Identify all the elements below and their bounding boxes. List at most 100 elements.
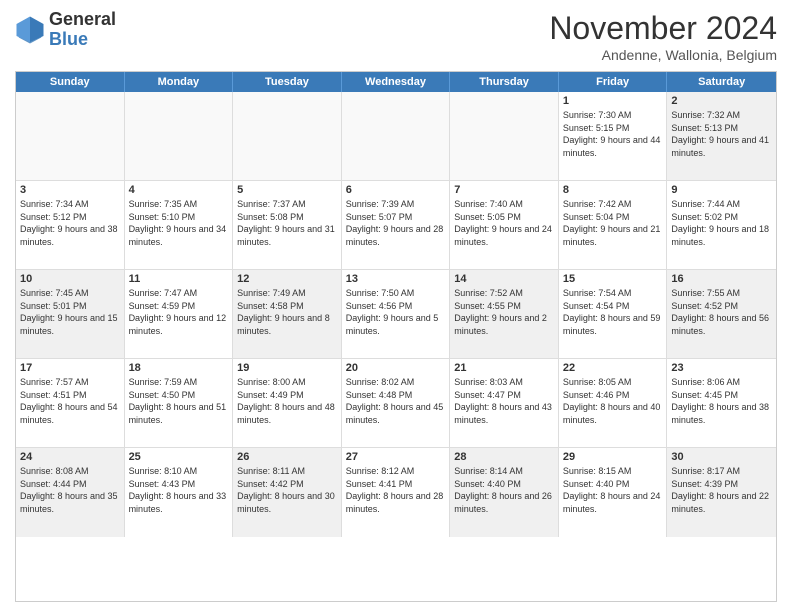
- daylight: Daylight: 8 hours and 24 minutes.: [563, 491, 661, 514]
- calendar-body: 1Sunrise: 7:30 AMSunset: 5:15 PMDaylight…: [16, 92, 776, 537]
- day-number: 19: [237, 362, 337, 374]
- cal-cell: 17 Sunrise: 7:57 AMSunset: 4:51 PMDayligh…: [16, 359, 125, 447]
- day-info: Sunrise: 7:32 AMSunset: 5:13 PMDaylight:…: [671, 109, 772, 159]
- cal-cell: 14Sunrise: 7:52 AMSunset: 4:55 PMDayligh…: [450, 270, 559, 358]
- sunrise: Sunrise: 8:02 AM: [346, 377, 415, 387]
- cal-cell: 29Sunrise: 8:15 AMSunset: 4:40 PMDayligh…: [559, 448, 668, 537]
- header-day-tuesday: Tuesday: [233, 72, 342, 92]
- day-info: Sunrise: 8:14 AMSunset: 4:40 PMDaylight:…: [454, 465, 554, 515]
- day-number: 8: [563, 184, 663, 196]
- daylight: Daylight: 9 hours and 8 minutes.: [237, 313, 330, 336]
- header-day-thursday: Thursday: [450, 72, 559, 92]
- sunset: Sunset: 4:41 PM: [346, 479, 413, 489]
- sunset: Sunset: 4:51 PM: [20, 390, 87, 400]
- page: General Blue November 2024 Andenne, Wall…: [0, 0, 792, 612]
- daylight: Daylight: 9 hours and 12 minutes.: [129, 313, 227, 336]
- daylight: Daylight: 9 hours and 18 minutes.: [671, 224, 769, 247]
- sunset: Sunset: 4:52 PM: [671, 301, 738, 311]
- sunrise: Sunrise: 8:06 AM: [671, 377, 740, 387]
- day-number: 23: [671, 362, 772, 374]
- day-number: 21: [454, 362, 554, 374]
- sunrise: Sunrise: 8:10 AM: [129, 466, 198, 476]
- day-number: 26: [237, 451, 337, 463]
- sunrise: Sunrise: 7:34 AM: [20, 199, 89, 209]
- cal-cell: 18Sunrise: 7:59 AMSunset: 4:50 PMDayligh…: [125, 359, 234, 447]
- daylight: Daylight: 8 hours and 45 minutes.: [346, 402, 444, 425]
- daylight: Daylight: 9 hours and 41 minutes.: [671, 135, 769, 158]
- cal-cell: 22Sunrise: 8:05 AMSunset: 4:46 PMDayligh…: [559, 359, 668, 447]
- cal-cell: 13Sunrise: 7:50 AMSunset: 4:56 PMDayligh…: [342, 270, 451, 358]
- daylight: Daylight: 8 hours and 33 minutes.: [129, 491, 227, 514]
- sunrise: Sunrise: 7:59 AM: [129, 377, 198, 387]
- cal-cell: 9 Sunrise: 7:44 AMSunset: 5:02 PMDaylight…: [667, 181, 776, 269]
- day-number: 17: [20, 362, 120, 374]
- logo-line1: General: [49, 10, 116, 30]
- day-info: Sunrise: 7:40 AMSunset: 5:05 PMDaylight:…: [454, 198, 554, 248]
- sunrise: Sunrise: 7:45 AM: [20, 288, 89, 298]
- day-number: 25: [129, 451, 229, 463]
- sunrise: Sunrise: 8:08 AM: [20, 466, 89, 476]
- day-number: 6: [346, 184, 446, 196]
- sunrise: Sunrise: 8:17 AM: [671, 466, 740, 476]
- day-info: Sunrise: 7:52 AMSunset: 4:55 PMDaylight:…: [454, 287, 554, 337]
- day-info: Sunrise: 7:30 AMSunset: 5:15 PMDaylight:…: [563, 109, 663, 159]
- sunrise: Sunrise: 8:05 AM: [563, 377, 632, 387]
- day-info: Sunrise: 7:57 AMSunset: 4:51 PMDaylight:…: [20, 376, 120, 426]
- sunrise: Sunrise: 7:35 AM: [129, 199, 198, 209]
- sunrise: Sunrise: 7:37 AM: [237, 199, 306, 209]
- sunrise: Sunrise: 7:49 AM: [237, 288, 306, 298]
- sunset: Sunset: 4:39 PM: [671, 479, 738, 489]
- cal-cell: 24Sunrise: 8:08 AMSunset: 4:44 PMDayligh…: [16, 448, 125, 537]
- sunrise: Sunrise: 7:42 AM: [563, 199, 632, 209]
- day-number: 22: [563, 362, 663, 374]
- week-row-4: 17 Sunrise: 7:57 AMSunset: 4:51 PMDayligh…: [16, 359, 776, 448]
- sunset: Sunset: 4:56 PM: [346, 301, 413, 311]
- sunset: Sunset: 4:54 PM: [563, 301, 630, 311]
- cal-cell: [125, 92, 234, 180]
- daylight: Daylight: 8 hours and 59 minutes.: [563, 313, 661, 336]
- cal-cell: 16Sunrise: 7:55 AMSunset: 4:52 PMDayligh…: [667, 270, 776, 358]
- top-section: General Blue November 2024 Andenne, Wall…: [15, 10, 777, 63]
- cal-cell: 19Sunrise: 8:00 AMSunset: 4:49 PMDayligh…: [233, 359, 342, 447]
- cal-cell: 2 Sunrise: 7:32 AMSunset: 5:13 PMDaylight…: [667, 92, 776, 180]
- cal-cell: 26Sunrise: 8:11 AMSunset: 4:42 PMDayligh…: [233, 448, 342, 537]
- daylight: Daylight: 9 hours and 24 minutes.: [454, 224, 552, 247]
- sunset: Sunset: 5:10 PM: [129, 212, 196, 222]
- sunset: Sunset: 5:05 PM: [454, 212, 521, 222]
- sunset: Sunset: 5:13 PM: [671, 123, 738, 133]
- day-number: 28: [454, 451, 554, 463]
- sunset: Sunset: 5:15 PM: [563, 123, 630, 133]
- cal-cell: 30Sunrise: 8:17 AMSunset: 4:39 PMDayligh…: [667, 448, 776, 537]
- subtitle: Andenne, Wallonia, Belgium: [549, 47, 777, 63]
- day-info: Sunrise: 8:06 AMSunset: 4:45 PMDaylight:…: [671, 376, 772, 426]
- day-info: Sunrise: 7:35 AMSunset: 5:10 PMDaylight:…: [129, 198, 229, 248]
- cal-cell: 21Sunrise: 8:03 AMSunset: 4:47 PMDayligh…: [450, 359, 559, 447]
- cal-cell: 8Sunrise: 7:42 AMSunset: 5:04 PMDaylight…: [559, 181, 668, 269]
- sunset: Sunset: 4:40 PM: [563, 479, 630, 489]
- day-info: Sunrise: 8:08 AMSunset: 4:44 PMDaylight:…: [20, 465, 120, 515]
- daylight: Daylight: 9 hours and 5 minutes.: [346, 313, 439, 336]
- cal-cell: 20Sunrise: 8:02 AMSunset: 4:48 PMDayligh…: [342, 359, 451, 447]
- sunrise: Sunrise: 7:55 AM: [671, 288, 740, 298]
- sunrise: Sunrise: 8:12 AM: [346, 466, 415, 476]
- sunrise: Sunrise: 7:52 AM: [454, 288, 523, 298]
- day-number: 2: [671, 95, 772, 107]
- sunset: Sunset: 4:45 PM: [671, 390, 738, 400]
- sunset: Sunset: 4:40 PM: [454, 479, 521, 489]
- sunrise: Sunrise: 7:44 AM: [671, 199, 740, 209]
- daylight: Daylight: 8 hours and 56 minutes.: [671, 313, 769, 336]
- cal-cell: 28 Sunrise: 8:14 AMSunset: 4:40 PMDayligh…: [450, 448, 559, 537]
- daylight: Daylight: 9 hours and 15 minutes.: [20, 313, 118, 336]
- sunset: Sunset: 4:47 PM: [454, 390, 521, 400]
- cal-cell: 23Sunrise: 8:06 AMSunset: 4:45 PMDayligh…: [667, 359, 776, 447]
- day-number: 9: [671, 184, 772, 196]
- sunset: Sunset: 4:42 PM: [237, 479, 304, 489]
- day-info: Sunrise: 7:37 AMSunset: 5:08 PMDaylight:…: [237, 198, 337, 248]
- cal-cell: 11Sunrise: 7:47 AMSunset: 4:59 PMDayligh…: [125, 270, 234, 358]
- sunrise: Sunrise: 7:54 AM: [563, 288, 632, 298]
- header-day-saturday: Saturday: [667, 72, 776, 92]
- sunset: Sunset: 4:55 PM: [454, 301, 521, 311]
- day-info: Sunrise: 7:44 AMSunset: 5:02 PMDaylight:…: [671, 198, 772, 248]
- sunset: Sunset: 4:48 PM: [346, 390, 413, 400]
- daylight: Daylight: 8 hours and 30 minutes.: [237, 491, 335, 514]
